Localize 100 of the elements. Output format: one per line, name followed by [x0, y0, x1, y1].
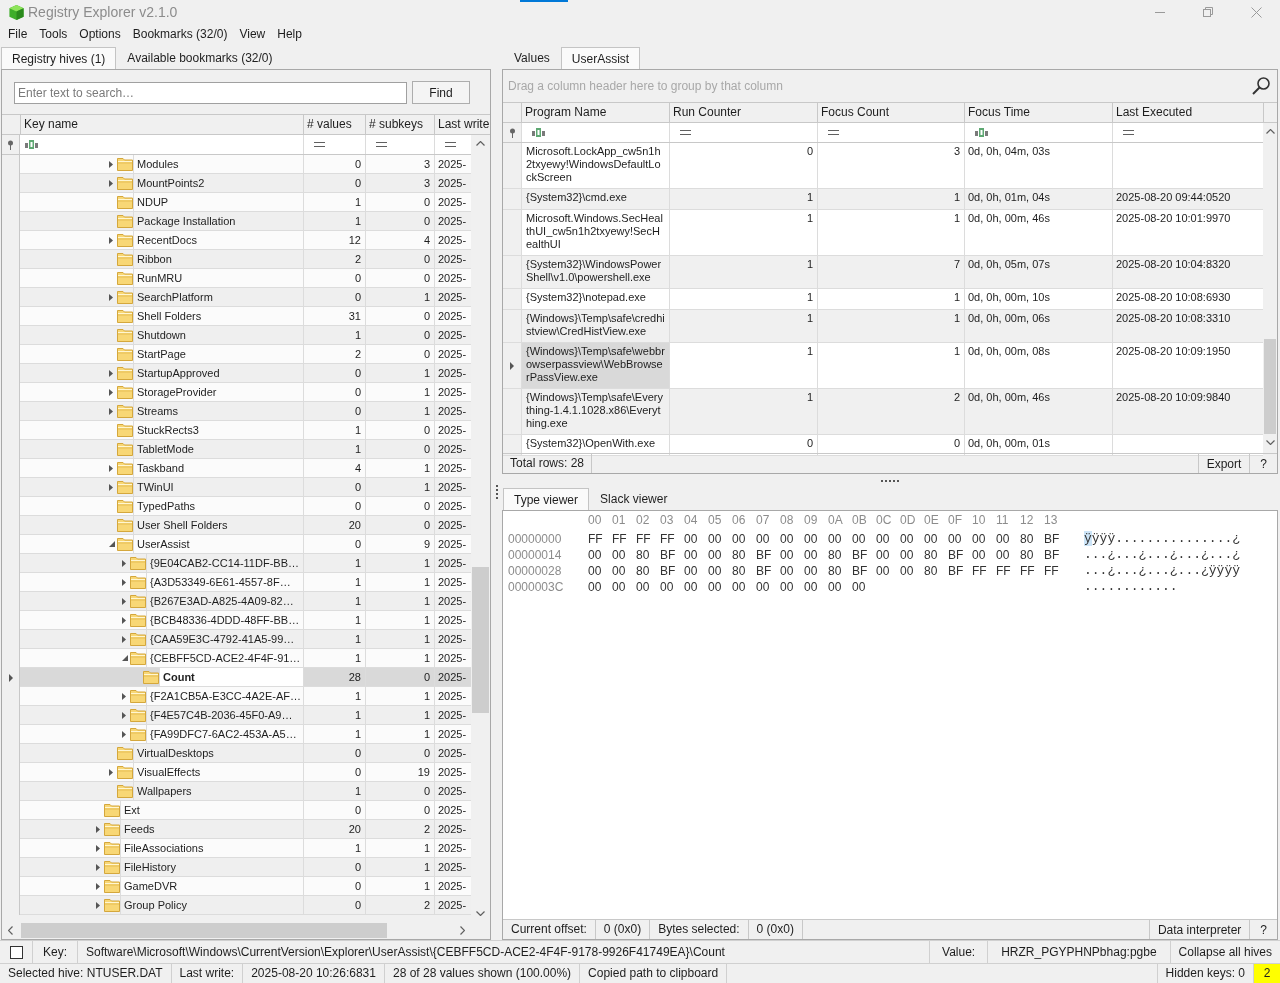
hex-byte: BF: [948, 547, 965, 564]
key-name-cell: Streams: [133, 402, 303, 420]
key-path: Software\Microsoft\Windows\CurrentVersion\Explorer\UserAssist\{CEBFF5CD-ACE2-4F4F-9178-9926F41749EA}\Count: [78, 941, 931, 963]
hex-byte: 00: [684, 547, 699, 564]
table-cell: Microsoft.LockApp_cw5n1h2txyewy!WindowsDefaultLockScreen: [521, 143, 669, 188]
key-name-cell: Count: [159, 668, 303, 686]
hex-byte: BF: [852, 563, 869, 580]
hex-byte: 00: [780, 547, 795, 564]
hex-byte: 00: [876, 531, 891, 548]
key-name-cell: Package Installation: [133, 212, 303, 230]
key-name-cell: RecentDocs: [133, 231, 303, 249]
hex-column-label: 00: [588, 512, 603, 529]
hex-byte: 80: [924, 563, 939, 580]
hex-byte: 00: [708, 563, 723, 580]
table-cell: 0: [669, 435, 817, 455]
value-name: HRZR_PGYPHNPbhag:pgbe: [988, 941, 1171, 963]
hex-byte: 00: [612, 563, 627, 580]
hex-column-label: 11: [996, 512, 1010, 529]
hex-byte: 00: [804, 563, 819, 580]
hex-byte: 00: [756, 579, 771, 596]
hex-byte: 00: [708, 547, 723, 564]
ascii-text: ...¿...¿...¿...¿ÿÿÿÿ: [1084, 562, 1241, 581]
hex-byte: 80: [1020, 547, 1035, 564]
hex-byte: 00: [588, 579, 603, 596]
hex-byte: 00: [684, 563, 699, 580]
group-by-hint: Drag a column header here to group by that column: [508, 78, 783, 95]
hex-byte: FF: [588, 531, 604, 548]
table-cell: 0d, 0h, 00m, 46s: [964, 210, 1112, 255]
table-cell: Microsoft.Windows.SecHealthUI_cw5n1h2txyewy!SecHealthUI: [521, 210, 669, 255]
hex-byte: 80: [1020, 531, 1035, 548]
hex-byte: BF: [660, 563, 677, 580]
hex-byte: 00: [804, 547, 819, 564]
hex-byte: FF: [996, 563, 1012, 580]
table-cell: 1: [669, 289, 817, 309]
table-cell: 0: [669, 143, 817, 188]
hex-byte: 00: [852, 531, 867, 548]
table-cell: 0d, 0h, 01m, 04s: [964, 189, 1112, 209]
hex-byte: 00: [684, 531, 699, 548]
hex-byte: 00: [900, 563, 915, 580]
hex-column-label: 07: [756, 512, 771, 529]
key-name-cell: {A3D53349-6E61-4557-8F…: [146, 573, 303, 591]
key-name-cell: Shutdown: [133, 326, 303, 344]
table-cell: {Windows}\Temp\safe\webbrowserpassview\WebBrowserPassView.exe: [521, 343, 669, 388]
hex-column-label: 01: [612, 512, 627, 529]
hex-byte: 00: [972, 547, 987, 564]
status-label: Current offset:: [503, 920, 596, 939]
hex-column-label: 0F: [948, 512, 963, 529]
window-title: Registry Explorer v2.1.0: [28, 2, 178, 22]
hex-byte: 00: [732, 579, 747, 596]
table-cell: 3: [817, 143, 964, 188]
key-name-cell: {FA99DFC7-6AC2-453A-A5…: [146, 725, 303, 743]
key-name-cell: FileHistory: [120, 858, 303, 876]
table-cell: 0d, 0h, 00m, 06s: [964, 310, 1112, 342]
hex-byte: 00: [684, 579, 699, 596]
status-text: 2025-08-20 10:26:6831: [243, 964, 385, 983]
hex-byte: 00: [612, 579, 627, 596]
hex-column-label: 05: [708, 512, 723, 529]
hex-byte: FF: [1044, 563, 1060, 580]
key-name-cell: {B267E3AD-A825-4A09-82…: [146, 592, 303, 610]
hex-column-label: 09: [804, 512, 819, 529]
table-cell: 1: [669, 310, 817, 342]
hex-byte: 00: [900, 547, 915, 564]
key-name-cell: StorageProvider: [133, 383, 303, 401]
key-name-cell: RunMRU: [133, 269, 303, 287]
key-name-cell: TypedPaths: [133, 497, 303, 515]
key-name-cell: VisualEffects: [133, 763, 303, 781]
table-cell: 1: [817, 289, 964, 309]
table-cell: 0d, 0h, 00m, 08s: [964, 343, 1112, 388]
key-name-cell: StuckRects3: [133, 421, 303, 439]
hex-byte: FF: [612, 531, 628, 548]
key-name-cell: Group Policy: [120, 896, 303, 914]
hex-byte: 00: [732, 531, 747, 548]
hex-byte: 80: [828, 547, 843, 564]
key-name-cell: {9E04CAB2-CC14-11DF-BB…: [146, 554, 303, 572]
key-name-cell: {CAA59E3C-4792-41A5-99…: [146, 630, 303, 648]
key-name-cell: Shell Folders: [133, 307, 303, 325]
count-badge: 2: [1253, 964, 1280, 983]
key-name-cell: Feeds: [120, 820, 303, 838]
status-text: Selected hive: NTUSER.DAT: [0, 964, 172, 983]
hex-column-label: 0D: [900, 512, 917, 529]
table-cell: 0d, 0h, 04m, 03s: [964, 143, 1112, 188]
key-name-cell: UserAssist: [133, 535, 303, 553]
hex-byte: 00: [876, 547, 891, 564]
key-name-cell: Taskband: [133, 459, 303, 477]
hex-byte: 00: [948, 531, 963, 548]
hex-byte: BF: [948, 563, 965, 580]
hex-byte: FF: [1020, 563, 1036, 580]
hex-byte: FF: [636, 531, 652, 548]
hex-column-label: 04: [684, 512, 699, 529]
key-name-cell: FileAssociations: [120, 839, 303, 857]
hex-byte: 00: [780, 531, 795, 548]
key-name-cell: StartPage: [133, 345, 303, 363]
key-name-cell: {F2A1CB5A-E3CC-4A2E-AF…: [146, 687, 303, 705]
key-label: Key:: [33, 941, 78, 963]
hex-byte: 00: [972, 531, 987, 548]
hex-column-label: 10: [972, 512, 987, 529]
key-name-cell: {BCB48336-4DDD-48FF-BB…: [146, 611, 303, 629]
table-cell: 0d, 0h, 05m, 07s: [964, 256, 1112, 288]
hex-column-label: 08: [780, 512, 795, 529]
hex-byte: BF: [1044, 547, 1061, 564]
